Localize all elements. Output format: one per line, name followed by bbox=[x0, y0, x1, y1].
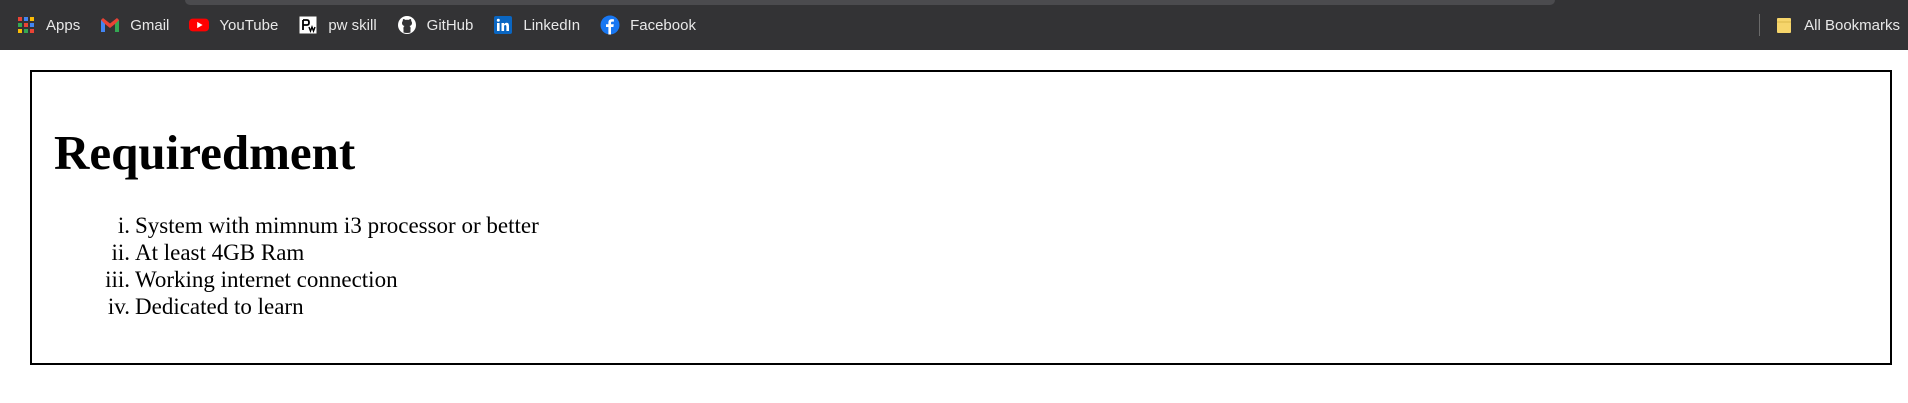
all-bookmarks-button[interactable]: All Bookmarks bbox=[1774, 10, 1900, 40]
bookmark-apps[interactable]: Apps bbox=[16, 10, 80, 40]
list-item-text: System with mimnum i3 processor or bette… bbox=[135, 213, 539, 238]
list-item-number: ii. bbox=[111, 240, 130, 265]
content-box: Requiredment i. System with mimnum i3 pr… bbox=[30, 70, 1892, 365]
pw-skill-icon bbox=[298, 15, 318, 35]
bookmark-label: Gmail bbox=[130, 16, 170, 34]
list-item-number: i. bbox=[117, 213, 130, 238]
list-item-text: Dedicated to learn bbox=[135, 294, 304, 319]
facebook-icon bbox=[600, 15, 620, 35]
bookmarks-bar: Apps Gmail YouTube pw skill GitHub Linke… bbox=[0, 0, 1908, 50]
gmail-icon bbox=[100, 15, 120, 35]
list-item-text: At least 4GB Ram bbox=[135, 240, 305, 265]
all-bookmarks-label: All Bookmarks bbox=[1804, 16, 1900, 34]
github-icon bbox=[397, 15, 417, 35]
bookmarks-separator bbox=[1759, 14, 1761, 36]
list-item: iv. Dedicated to learn bbox=[102, 293, 539, 320]
bookmark-facebook[interactable]: Facebook bbox=[600, 10, 696, 40]
youtube-icon bbox=[189, 15, 210, 35]
bookmark-linkedin[interactable]: LinkedIn bbox=[493, 10, 580, 40]
linkedin-icon bbox=[493, 15, 513, 35]
list-item-number: iv. bbox=[107, 294, 130, 319]
bookmark-label: Apps bbox=[46, 16, 81, 34]
list-item: i. System with mimnum i3 processor or be… bbox=[102, 212, 539, 239]
bookmark-github[interactable]: GitHub bbox=[397, 10, 474, 40]
list-item-text: Working internet connection bbox=[135, 267, 398, 292]
bookmark-pw-skill[interactable]: pw skill bbox=[298, 10, 377, 40]
bookmark-label: LinkedIn bbox=[523, 16, 581, 34]
list-item: iii. Working internet connection bbox=[102, 266, 539, 293]
folder-icon bbox=[1774, 15, 1794, 35]
list-item-number: iii. bbox=[105, 267, 130, 292]
list-item: ii. At least 4GB Ram bbox=[102, 239, 539, 266]
bookmark-label: Facebook bbox=[630, 16, 696, 34]
bookmark-gmail[interactable]: Gmail bbox=[100, 10, 169, 40]
bookmark-label: GitHub bbox=[426, 16, 474, 34]
page-title: Requiredment bbox=[54, 125, 356, 180]
bookmark-label: YouTube bbox=[219, 16, 279, 34]
requirements-list: i. System with mimnum i3 processor or be… bbox=[102, 212, 539, 320]
apps-grid-icon bbox=[16, 15, 36, 35]
bookmark-label: pw skill bbox=[328, 16, 377, 34]
bookmark-youtube[interactable]: YouTube bbox=[189, 10, 278, 40]
tab-strip-edge bbox=[185, 0, 1555, 5]
all-bookmarks-group: All Bookmarks bbox=[1759, 10, 1900, 40]
